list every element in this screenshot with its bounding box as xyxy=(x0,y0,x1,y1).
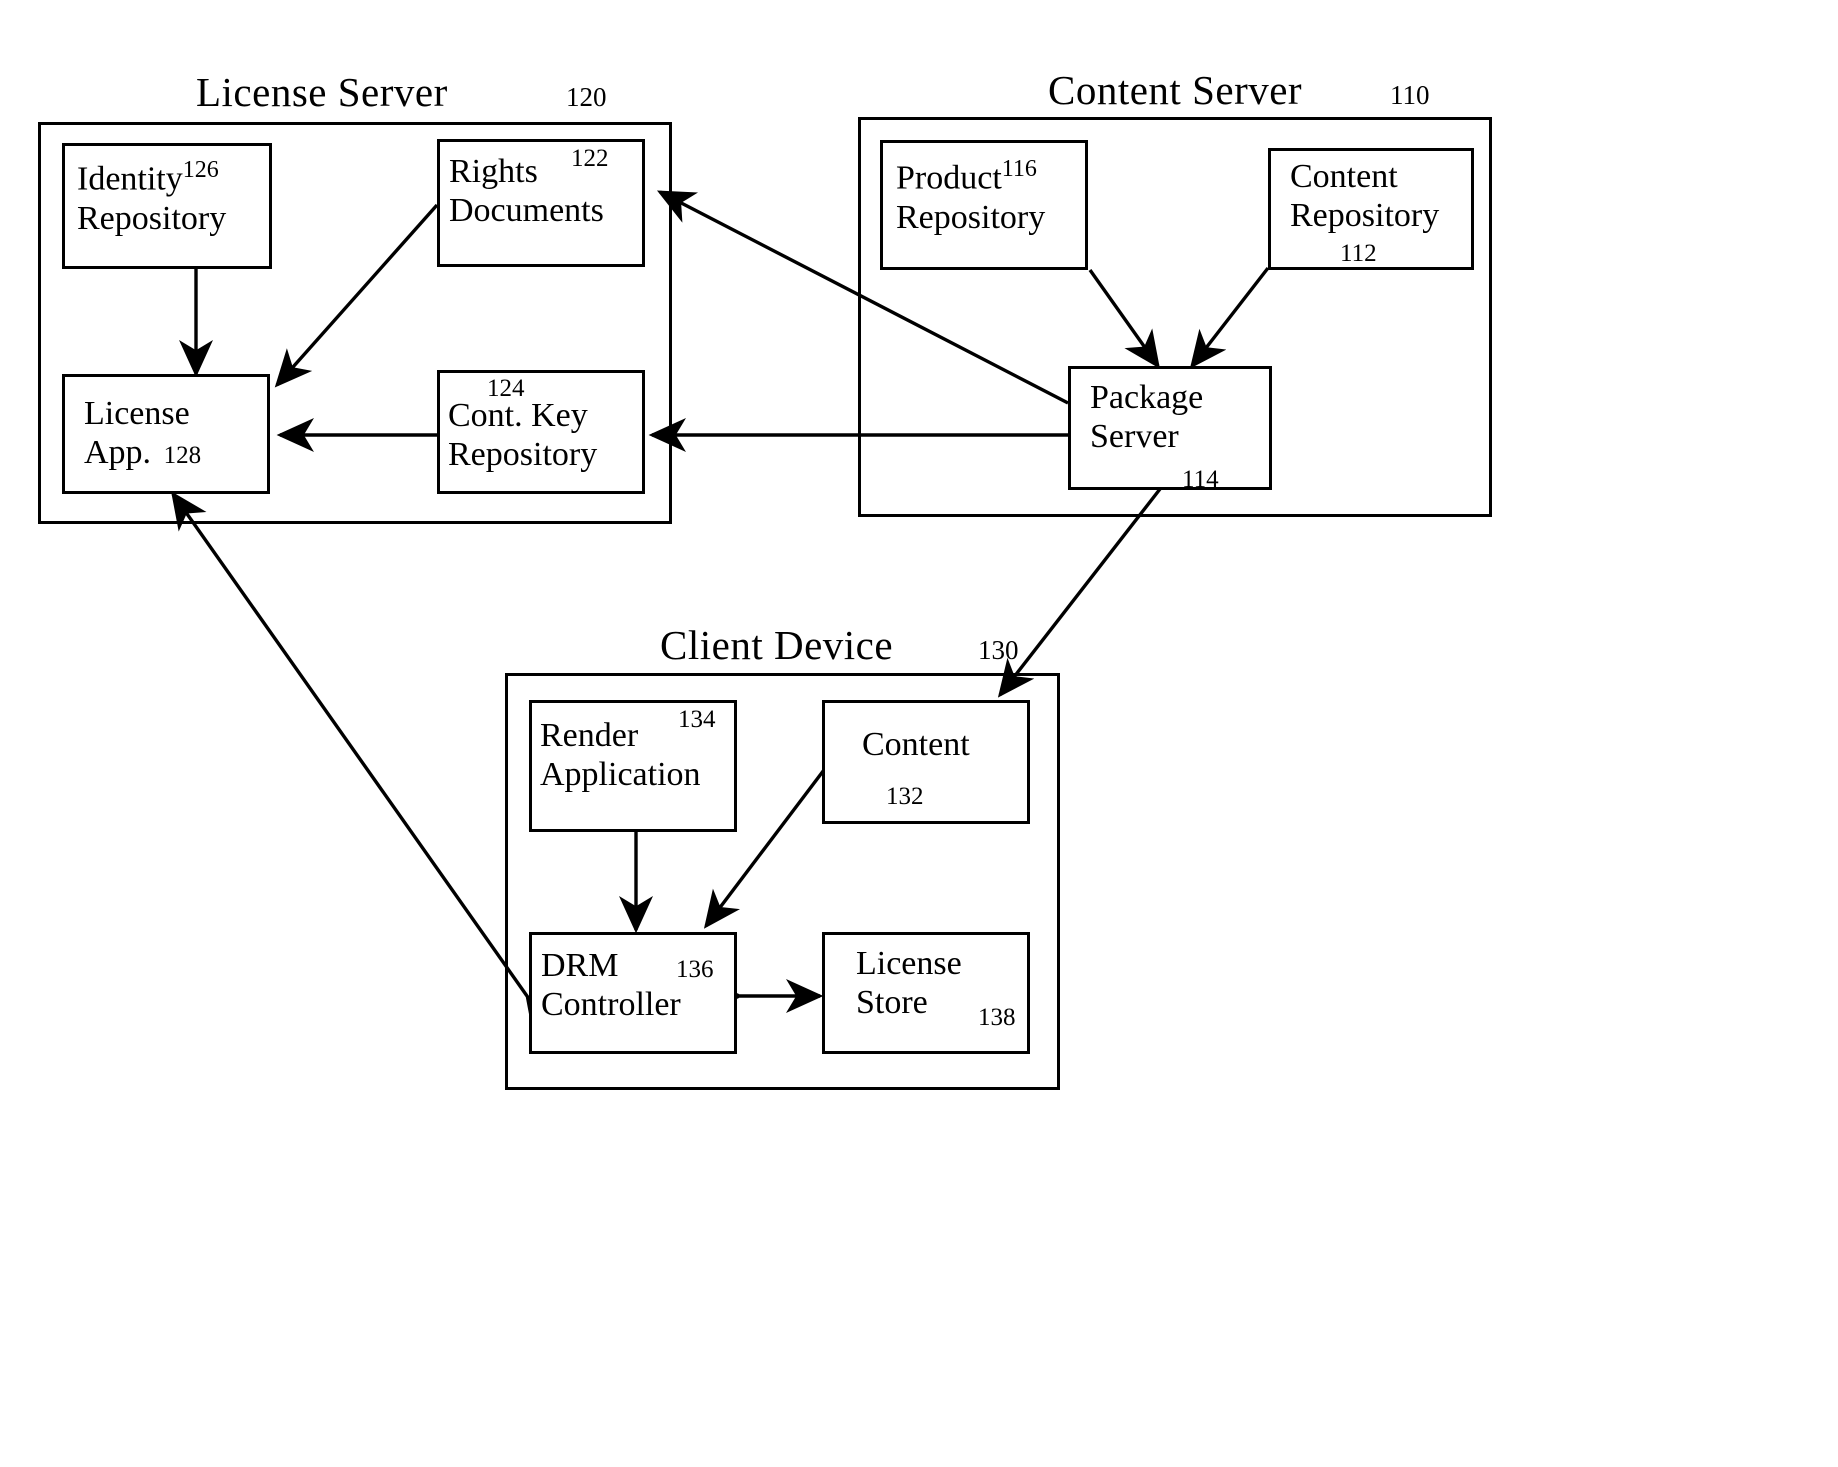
package-server-line1: Package xyxy=(1090,379,1204,416)
node-content-label: Content xyxy=(862,725,970,764)
license-server-ref: 120 xyxy=(566,82,607,112)
content-server-title: Content Server xyxy=(1048,67,1303,113)
patent-figure-canvas: License Server 120 Identity126 Repositor… xyxy=(0,0,1838,1467)
node-drm-controller-label: DRM Controller xyxy=(541,946,681,1025)
rights-documents-line2: Documents xyxy=(449,192,604,230)
identity-repository-line2: Repository xyxy=(77,199,227,237)
client-device-ref: 130 xyxy=(978,635,1019,665)
product-repository-line2: Repository xyxy=(896,198,1046,236)
render-application-ref: 134 xyxy=(678,706,716,733)
license-store-ref: 138 xyxy=(978,1004,1016,1031)
package-server-ref: 114 xyxy=(1182,466,1219,493)
package-server-line2: Server xyxy=(1090,418,1179,456)
drm-controller-line2: Controller xyxy=(541,986,681,1024)
content-repository-line2: Repository xyxy=(1290,197,1440,235)
line-drm-to-licenseapp xyxy=(171,491,561,1034)
line-packageserver-to-content xyxy=(997,487,1162,698)
content-ref: 132 xyxy=(886,783,924,810)
render-application-line1: Render xyxy=(540,717,639,754)
license-app-line1: License xyxy=(84,395,190,432)
license-server-title: License Server xyxy=(196,69,448,115)
license-app-line2: App. xyxy=(84,434,152,472)
node-license-app-label: License App. 128 xyxy=(84,394,201,473)
content-repository-ref: 112 xyxy=(1340,240,1377,267)
license-store-line2: Store xyxy=(856,984,928,1022)
rights-documents-ref: 122 xyxy=(571,145,609,172)
render-application-line2: Application xyxy=(540,756,701,794)
content-line1: Content xyxy=(862,726,970,763)
identity-repository-ref: 126 xyxy=(182,157,219,183)
cont-key-repository-line1: Cont. Key xyxy=(448,397,588,434)
drm-controller-line1: DRM xyxy=(541,947,619,984)
cont-key-repository-line2: Repository xyxy=(448,436,598,474)
node-content-repository-label: Content Repository xyxy=(1290,157,1439,236)
rights-documents-line1: Rights xyxy=(449,153,538,190)
drm-controller-ref: 136 xyxy=(676,956,714,983)
identity-repository-line1: Identity xyxy=(77,160,183,198)
node-product-repository-label: Product116 Repository xyxy=(896,157,1045,237)
product-repository-ref: 116 xyxy=(1001,156,1037,182)
license-store-line1: License xyxy=(856,945,962,982)
node-package-server-label: Package Server xyxy=(1090,378,1203,457)
node-license-store-label: License Store xyxy=(856,944,962,1023)
node-cont-key-repository-label: Cont. Key Repository xyxy=(448,396,597,475)
client-device-title: Client Device xyxy=(660,622,894,668)
license-app-ref: 128 xyxy=(163,442,202,470)
node-identity-repository-label: Identity126 Repository xyxy=(77,158,226,238)
content-server-ref: 110 xyxy=(1390,80,1430,110)
product-repository-line1: Product xyxy=(896,159,1002,197)
content-repository-line1: Content xyxy=(1290,158,1398,195)
node-render-application-label: Render Application xyxy=(540,716,701,795)
